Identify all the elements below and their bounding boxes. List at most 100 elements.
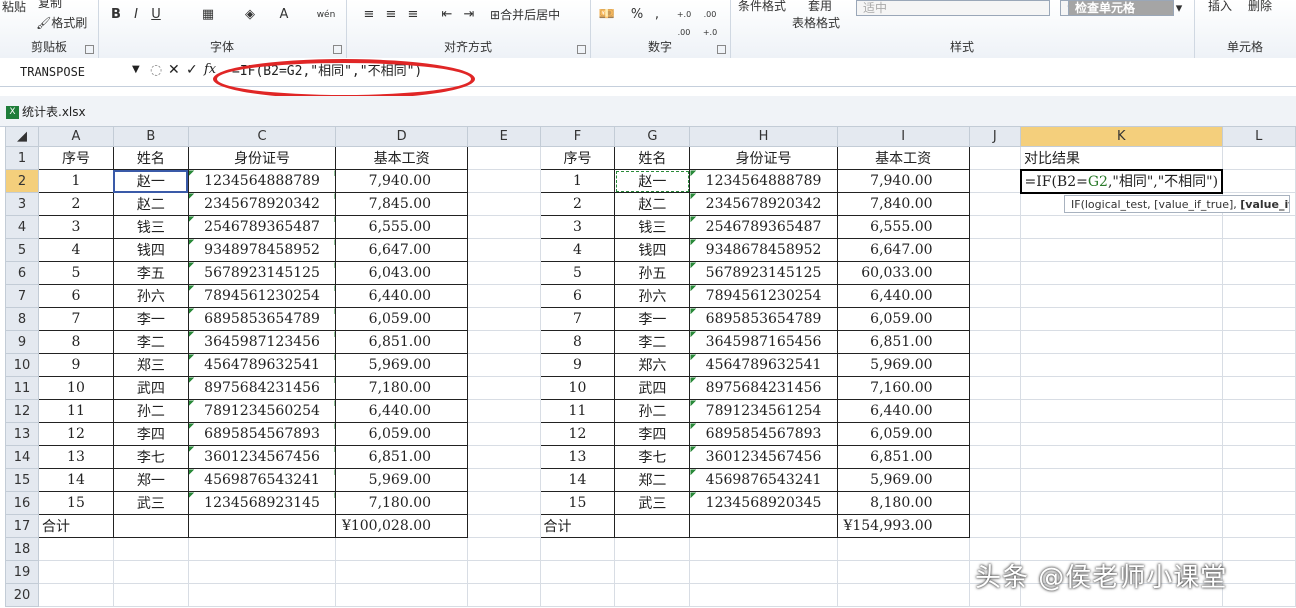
data-cell[interactable]: 15: [539, 491, 616, 515]
data-cell[interactable]: 4569876543241: [187, 468, 337, 492]
data-cell[interactable]: 4: [539, 238, 616, 262]
cell[interactable]: [689, 514, 838, 538]
format-painter-button[interactable]: 🖌格式刷: [36, 14, 87, 31]
data-cell[interactable]: 李七: [614, 445, 691, 469]
paste-button[interactable]: 粘贴: [2, 0, 26, 15]
row-header[interactable]: 11: [4, 376, 40, 400]
data-cell[interactable]: 2546789365487: [689, 215, 838, 239]
cell[interactable]: [1221, 560, 1296, 584]
percent-button[interactable]: %: [630, 6, 644, 24]
cell[interactable]: [335, 560, 469, 584]
data-cell[interactable]: 12: [38, 422, 114, 446]
cell[interactable]: [467, 468, 541, 492]
data-cell[interactable]: 7,180.00: [335, 376, 469, 400]
data-cell[interactable]: 武三: [112, 491, 189, 515]
data-cell[interactable]: 10: [38, 376, 114, 400]
header-cell[interactable]: 身份证号: [187, 146, 337, 170]
data-cell[interactable]: 2: [38, 192, 114, 216]
data-cell[interactable]: 9: [38, 353, 114, 377]
data-cell[interactable]: 5,969.00: [335, 353, 469, 377]
data-cell[interactable]: 武三: [614, 491, 691, 515]
data-cell[interactable]: 6,555.00: [836, 215, 970, 239]
cell[interactable]: [467, 445, 541, 469]
cell[interactable]: [38, 537, 114, 561]
data-cell[interactable]: 1234568920345: [689, 491, 838, 515]
data-cell[interactable]: 8: [38, 330, 114, 354]
data-cell[interactable]: 孙六: [112, 284, 189, 308]
data-cell[interactable]: 13: [38, 445, 114, 469]
data-cell[interactable]: 6,059.00: [836, 307, 970, 331]
decrease-decimal-button[interactable]: .00 +.0: [698, 6, 722, 37]
data-cell[interactable]: 郑六: [614, 353, 691, 377]
data-cell[interactable]: 3: [539, 215, 616, 239]
cell[interactable]: [614, 560, 691, 584]
cell[interactable]: [1221, 537, 1296, 561]
data-cell[interactable]: 3601234567456: [187, 445, 337, 469]
cell[interactable]: [1221, 514, 1296, 538]
confirm-icon[interactable]: ✓: [186, 62, 198, 78]
total-label-cell[interactable]: 合计: [539, 514, 616, 538]
data-cell[interactable]: 李一: [614, 307, 691, 331]
data-cell[interactable]: 5: [539, 261, 616, 285]
data-cell[interactable]: 15: [38, 491, 114, 515]
cell[interactable]: [968, 399, 1022, 423]
data-cell[interactable]: 2: [539, 192, 616, 216]
data-cell[interactable]: 1234568923145: [187, 491, 337, 515]
cell[interactable]: [1020, 353, 1223, 377]
column-header-i[interactable]: I: [836, 126, 970, 147]
cell[interactable]: [1020, 514, 1223, 538]
cell[interactable]: [1221, 353, 1296, 377]
select-all-corner[interactable]: ◢: [4, 126, 40, 147]
data-cell[interactable]: 4569876543241: [689, 468, 838, 492]
data-cell[interactable]: 6,059.00: [335, 422, 469, 446]
header-cell[interactable]: 姓名: [614, 146, 691, 170]
data-cell[interactable]: 赵二: [112, 192, 189, 216]
cell[interactable]: [614, 537, 691, 561]
cell[interactable]: [836, 583, 970, 607]
cell[interactable]: [1020, 445, 1223, 469]
row-header[interactable]: 16: [4, 491, 40, 515]
row-header[interactable]: 9: [4, 330, 40, 354]
column-header-g[interactable]: G: [614, 126, 691, 147]
workbook-tab[interactable]: X 统计表.xlsx: [6, 103, 86, 120]
data-cell[interactable]: 6895853654789: [187, 307, 337, 331]
phonetic-guide-button[interactable]: wén: [314, 6, 338, 24]
cell[interactable]: [1221, 422, 1296, 446]
data-cell[interactable]: 7891234560254: [187, 399, 337, 423]
data-cell[interactable]: 5,969.00: [335, 468, 469, 492]
cell[interactable]: [187, 560, 337, 584]
data-cell[interactable]: 5,969.00: [836, 468, 970, 492]
total-label-cell[interactable]: 合计: [38, 514, 114, 538]
data-cell[interactable]: 6,440.00: [335, 284, 469, 308]
column-header-j[interactable]: J: [968, 126, 1022, 147]
data-cell[interactable]: 6895854567893: [689, 422, 838, 446]
data-cell[interactable]: 钱三: [614, 215, 691, 239]
data-cell[interactable]: 赵二: [614, 192, 691, 216]
cell[interactable]: [968, 491, 1022, 515]
cell[interactable]: [467, 583, 541, 607]
cell[interactable]: [187, 514, 337, 538]
cell[interactable]: [1020, 399, 1223, 423]
cell[interactable]: [539, 583, 616, 607]
cell[interactable]: [467, 192, 541, 216]
cell[interactable]: [112, 583, 189, 607]
cell[interactable]: [467, 376, 541, 400]
column-header-d[interactable]: D: [335, 126, 469, 147]
data-cell[interactable]: 7,940.00: [836, 169, 970, 193]
fill-color-icon[interactable]: ◈: [240, 6, 260, 24]
row-header[interactable]: 3: [4, 192, 40, 216]
data-cell[interactable]: 4564789632541: [187, 353, 337, 377]
cell[interactable]: [467, 353, 541, 377]
cell[interactable]: [112, 560, 189, 584]
data-cell[interactable]: 9348978458952: [187, 238, 337, 262]
cell[interactable]: [539, 560, 616, 584]
currency-icon[interactable]: 💴: [596, 6, 618, 24]
data-cell[interactable]: 7,160.00: [836, 376, 970, 400]
formula-edit-cell[interactable]: =IF(B2=G2,"相同","不相同"): [1019, 168, 1224, 194]
data-cell[interactable]: 6,440.00: [335, 399, 469, 423]
data-cell[interactable]: 孙六: [614, 284, 691, 308]
row-header[interactable]: 10: [4, 353, 40, 377]
dialog-launcher-icon[interactable]: [333, 45, 342, 54]
row-header[interactable]: 6: [4, 261, 40, 285]
row-header[interactable]: 4: [4, 215, 40, 239]
